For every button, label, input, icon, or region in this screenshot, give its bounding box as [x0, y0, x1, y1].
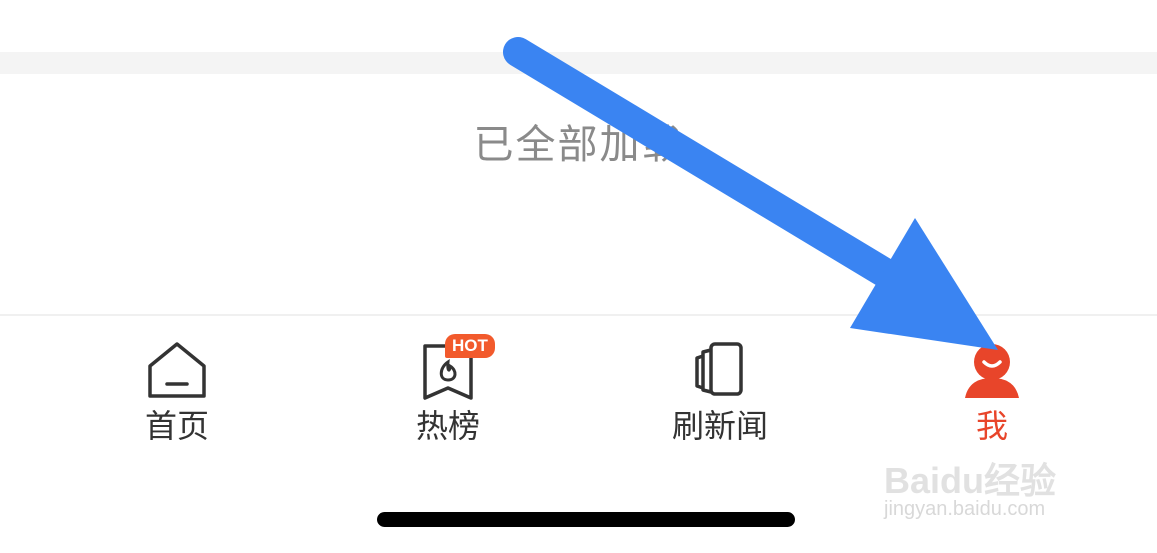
section-divider [0, 52, 1157, 74]
home-icon [146, 340, 208, 402]
tab-me[interactable]: 我 [902, 340, 1082, 460]
profile-icon [961, 340, 1023, 402]
tab-hot-list[interactable]: HOT 热榜 [358, 334, 538, 460]
home-indicator[interactable] [377, 512, 795, 527]
all-loaded-text: 已全部加载 [473, 122, 684, 168]
top-area [0, 0, 1157, 52]
tab-me-label: 我 [975, 407, 1008, 445]
tab-home-label: 首页 [144, 407, 209, 445]
watermark-main: Baidu经验 [884, 460, 1057, 501]
tab-news-label: 刷新闻 [671, 407, 768, 445]
hot-list-icon: HOT [417, 334, 495, 402]
tab-home[interactable]: 首页 [87, 340, 267, 460]
tab-hot-list-label: 热榜 [415, 407, 480, 445]
hot-badge: HOT [445, 334, 495, 358]
tab-news[interactable]: 刷新闻 [630, 340, 810, 460]
news-cards-icon [689, 340, 751, 402]
watermark-sub: jingyan.baidu.com [884, 498, 1046, 520]
watermark: Baidu经验 jingyan.baidu.com [884, 452, 1114, 532]
